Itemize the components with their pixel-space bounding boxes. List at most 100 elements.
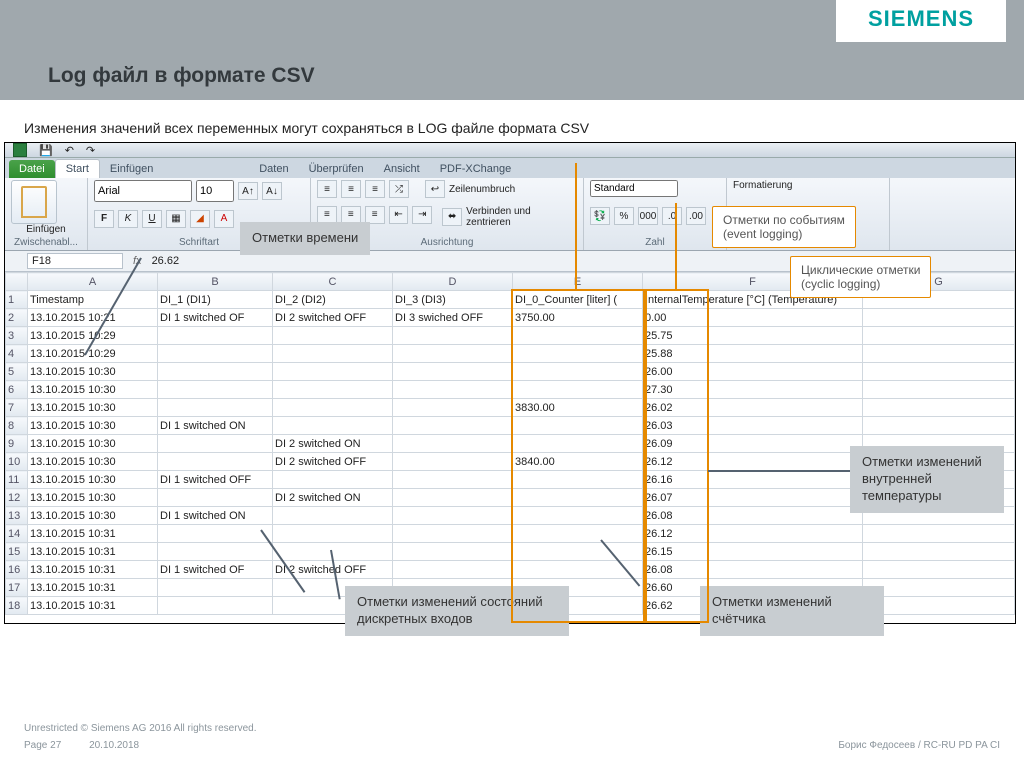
percent-icon[interactable]: % bbox=[614, 207, 634, 225]
cell[interactable]: 13.10.2015 10:30 bbox=[28, 435, 158, 453]
col-B[interactable]: B bbox=[158, 273, 273, 291]
cell[interactable]: 26.03 bbox=[643, 417, 863, 435]
cell[interactable]: DI 1 switched OFF bbox=[158, 471, 273, 489]
cell[interactable] bbox=[158, 597, 273, 615]
col-C[interactable]: C bbox=[273, 273, 393, 291]
cell[interactable] bbox=[513, 471, 643, 489]
table-row[interactable]: 613.10.2015 10:3027.30 bbox=[6, 381, 1015, 399]
table-row[interactable]: 713.10.2015 10:303830.0026.02 bbox=[6, 399, 1015, 417]
underline-button[interactable]: U bbox=[142, 210, 162, 228]
cell[interactable] bbox=[273, 381, 393, 399]
cell[interactable]: 26.16 bbox=[643, 471, 863, 489]
thousands-icon[interactable]: 000 bbox=[638, 207, 658, 225]
cell[interactable]: DI 2 switched OFF bbox=[273, 453, 393, 471]
name-box[interactable]: F18 bbox=[27, 253, 123, 269]
cell[interactable]: DI 1 switched OF bbox=[158, 561, 273, 579]
select-all-cell[interactable] bbox=[6, 273, 28, 291]
indent-inc-icon[interactable]: ⇥ bbox=[412, 206, 432, 224]
cell[interactable]: 13.10.2015 10:30 bbox=[28, 471, 158, 489]
cell[interactable]: DI 1 switched OF bbox=[158, 309, 273, 327]
cell[interactable] bbox=[393, 453, 513, 471]
dec-dec-icon[interactable]: .00 bbox=[686, 207, 706, 225]
cell[interactable]: 13.10.2015 10:30 bbox=[28, 453, 158, 471]
cell[interactable]: 13.10.2015 10:30 bbox=[28, 507, 158, 525]
cell[interactable] bbox=[158, 579, 273, 597]
cell[interactable]: 13.10.2015 10:31 bbox=[28, 579, 158, 597]
cell[interactable] bbox=[393, 525, 513, 543]
currency-icon[interactable]: 💱 bbox=[590, 207, 610, 225]
cell[interactable]: 13.10.2015 10:30 bbox=[28, 363, 158, 381]
cell[interactable]: 13.10.2015 10:30 bbox=[28, 381, 158, 399]
col-E[interactable]: E bbox=[513, 273, 643, 291]
cell[interactable] bbox=[513, 381, 643, 399]
cell[interactable]: 3750.00 bbox=[513, 309, 643, 327]
cell[interactable] bbox=[513, 327, 643, 345]
cell[interactable]: 26.08 bbox=[643, 561, 863, 579]
tab-einfugen[interactable]: Einfügen bbox=[100, 160, 163, 178]
header-cell[interactable]: DI_2 (DI2) bbox=[273, 291, 393, 309]
cell[interactable] bbox=[513, 489, 643, 507]
cell[interactable]: 13.10.2015 10:30 bbox=[28, 489, 158, 507]
cell[interactable] bbox=[158, 525, 273, 543]
cell[interactable]: 13.10.2015 10:21 bbox=[28, 309, 158, 327]
cell[interactable] bbox=[158, 399, 273, 417]
cell[interactable] bbox=[513, 345, 643, 363]
cell[interactable] bbox=[158, 543, 273, 561]
decrease-font-icon[interactable]: A↓ bbox=[262, 182, 282, 200]
cell[interactable] bbox=[273, 399, 393, 417]
cell[interactable] bbox=[273, 471, 393, 489]
col-A[interactable]: A bbox=[28, 273, 158, 291]
cell[interactable] bbox=[273, 507, 393, 525]
table-row[interactable]: 213.10.2015 10:21DI 1 switched OFDI 2 sw… bbox=[6, 309, 1015, 327]
cell[interactable]: DI 2 switched ON bbox=[273, 489, 393, 507]
cell[interactable] bbox=[513, 561, 643, 579]
cell[interactable] bbox=[393, 561, 513, 579]
align-right-icon[interactable]: ≡ bbox=[365, 206, 385, 224]
cell[interactable]: 3830.00 bbox=[513, 399, 643, 417]
cell[interactable] bbox=[513, 417, 643, 435]
cell[interactable] bbox=[273, 327, 393, 345]
cell[interactable] bbox=[393, 471, 513, 489]
cell[interactable] bbox=[393, 399, 513, 417]
cell[interactable] bbox=[393, 345, 513, 363]
merge-icon[interactable]: ⬌ bbox=[442, 208, 462, 226]
cell[interactable] bbox=[513, 543, 643, 561]
cell[interactable]: 13.10.2015 10:30 bbox=[28, 417, 158, 435]
cell[interactable]: 26.00 bbox=[643, 363, 863, 381]
cell[interactable]: 26.12 bbox=[643, 525, 863, 543]
wrap-text-icon[interactable]: ↩ bbox=[425, 180, 445, 198]
tab-uberprufen[interactable]: Überprüfen bbox=[299, 160, 374, 178]
table-row[interactable]: 1613.10.2015 10:31DI 1 switched OFDI 2 s… bbox=[6, 561, 1015, 579]
cell[interactable] bbox=[158, 489, 273, 507]
cell[interactable] bbox=[513, 363, 643, 381]
cell[interactable]: 26.07 bbox=[643, 489, 863, 507]
bold-button[interactable]: F bbox=[94, 210, 114, 228]
cell[interactable] bbox=[273, 417, 393, 435]
header-cell[interactable]: DI_3 (DI3) bbox=[393, 291, 513, 309]
cond-format-label[interactable]: Formatierung bbox=[733, 180, 883, 191]
cell[interactable] bbox=[273, 525, 393, 543]
cell[interactable]: 13.10.2015 10:31 bbox=[28, 543, 158, 561]
tab-ansicht[interactable]: Ansicht bbox=[374, 160, 430, 178]
paste-button[interactable] bbox=[11, 180, 57, 224]
cell[interactable]: 26.02 bbox=[643, 399, 863, 417]
cell[interactable]: 26.08 bbox=[643, 507, 863, 525]
cell[interactable] bbox=[158, 435, 273, 453]
tab-datei[interactable]: Datei bbox=[9, 160, 55, 178]
cell[interactable]: 13.10.2015 10:30 bbox=[28, 399, 158, 417]
cell[interactable]: DI 2 switched OFF bbox=[273, 309, 393, 327]
cell[interactable]: 13.10.2015 10:31 bbox=[28, 525, 158, 543]
cell[interactable] bbox=[513, 525, 643, 543]
cell[interactable]: DI 1 switched ON bbox=[158, 417, 273, 435]
font-size-input[interactable] bbox=[196, 180, 234, 202]
cell[interactable] bbox=[393, 507, 513, 525]
cell[interactable]: 13.10.2015 10:31 bbox=[28, 561, 158, 579]
cell[interactable]: DI 2 switched ON bbox=[273, 435, 393, 453]
table-row[interactable]: 413.10.2015 10:2925.88 bbox=[6, 345, 1015, 363]
italic-button[interactable]: K bbox=[118, 210, 138, 228]
cell[interactable] bbox=[158, 453, 273, 471]
cell[interactable]: 3840.00 bbox=[513, 453, 643, 471]
cell[interactable]: 25.88 bbox=[643, 345, 863, 363]
fill-color-button[interactable]: ◢ bbox=[190, 210, 210, 228]
cell[interactable]: 0.00 bbox=[643, 309, 863, 327]
